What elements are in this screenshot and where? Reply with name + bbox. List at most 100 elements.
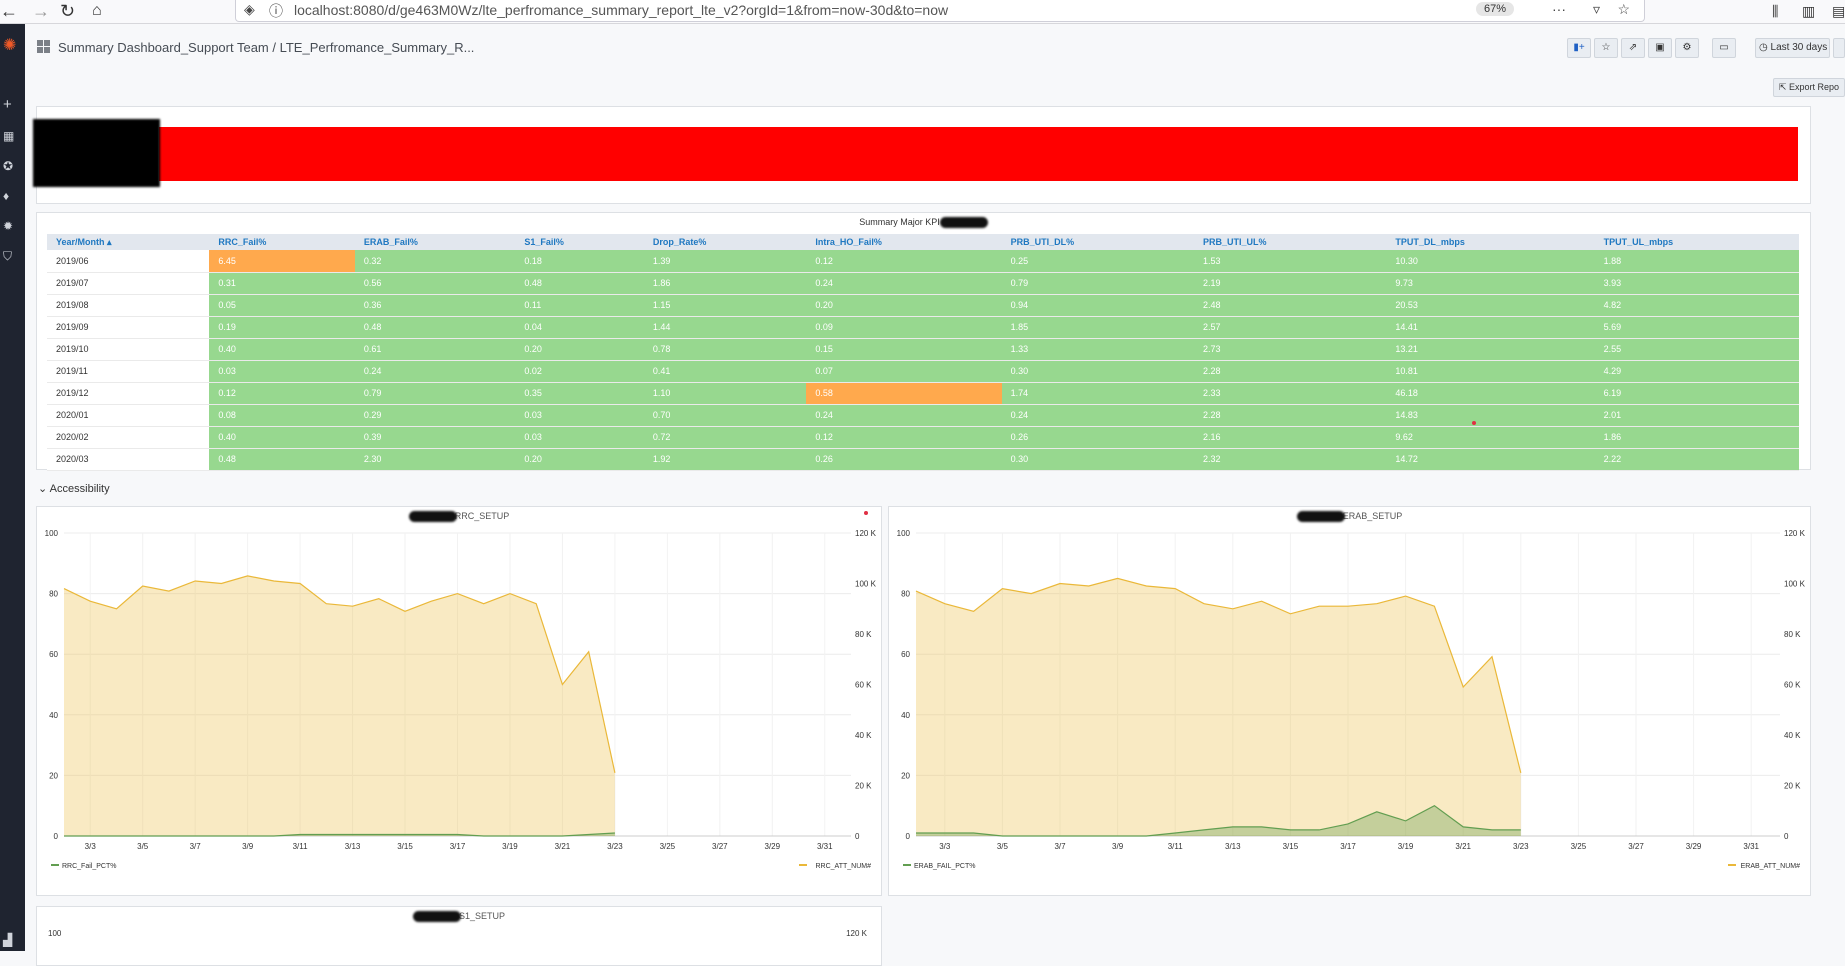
kpi-cell: 0.20 xyxy=(515,448,644,471)
back-icon[interactable]: ← xyxy=(0,1,18,21)
kpi-cell: 2.01 xyxy=(1594,404,1799,427)
plus-icon[interactable]: + xyxy=(3,97,12,112)
kpi-cell: 2.48 xyxy=(1194,294,1387,317)
add-panel-icon[interactable]: ▮+ xyxy=(1567,38,1591,58)
library-icon[interactable]: ⫼ xyxy=(1772,1,1778,21)
x-tick-label: 3/25 xyxy=(660,842,676,851)
forward-icon[interactable]: → xyxy=(32,1,50,21)
y-tick-label: 100 K xyxy=(1784,580,1806,589)
bookmark-star-icon[interactable]: ☆ xyxy=(1617,1,1630,18)
y-tick-label: 100 xyxy=(45,529,59,538)
row-accessibility[interactable]: ⌄ Accessibility xyxy=(38,482,110,495)
save-icon[interactable]: ▣ xyxy=(1648,38,1672,58)
kpi-cell: 0.18 xyxy=(515,250,644,273)
period-cell: 2019/12 xyxy=(47,382,210,405)
export-report-button[interactable]: ⇱ Export Repo xyxy=(1772,78,1845,97)
period-cell: 2020/03 xyxy=(47,448,210,471)
kpi-cell: 0.61 xyxy=(354,338,516,361)
kpi-cell: 0.70 xyxy=(643,404,807,427)
column-header[interactable]: PRB_UTI_UL% xyxy=(1194,234,1387,250)
kpi-cell: 14.72 xyxy=(1386,448,1595,471)
time-range-label: Last 30 days xyxy=(1770,42,1828,53)
table-title[interactable]: Summary Major KPI xyxy=(37,217,1810,229)
grafana-logo-icon[interactable]: ✺ xyxy=(3,38,16,54)
kpi-cell: 0.40 xyxy=(209,338,355,361)
kpi-cell: 10.81 xyxy=(1386,360,1595,383)
zoom-level[interactable]: 67% xyxy=(1475,2,1514,16)
column-header[interactable]: S1_Fail% xyxy=(515,234,644,250)
kpi-cell: 0.39 xyxy=(354,426,516,449)
column-header[interactable]: ERAB_Fail% xyxy=(354,234,516,250)
breadcrumb[interactable]: Summary Dashboard_Support Team / LTE_Per… xyxy=(58,40,474,55)
x-tick-label: 3/15 xyxy=(397,842,413,851)
kpi-cell: 0.24 xyxy=(806,404,1002,427)
table-row: 2020/03 0.48 2.30 0.20 1.92 0.26 0.30 2.32 14.72… xyxy=(47,448,1799,471)
panel-title[interactable]: S1_SETUP xyxy=(37,911,881,923)
x-tick-label: 3/23 xyxy=(1513,842,1529,851)
extension-icon[interactable]: ▤ xyxy=(1832,1,1845,21)
shield-icon[interactable]: ◈ xyxy=(244,1,255,18)
share-icon[interactable]: ⇗ xyxy=(1621,38,1645,58)
kpi-cell: 0.48 xyxy=(515,272,644,295)
column-header[interactable]: Drop_Rate% xyxy=(643,234,807,250)
kpi-cell: 20.53 xyxy=(1386,294,1595,317)
x-tick-label: 3/7 xyxy=(190,842,202,851)
sidebar-toggle-icon[interactable]: ▥ xyxy=(1802,1,1815,21)
column-header[interactable]: RRC_Fail% xyxy=(209,234,355,250)
pocket-icon[interactable]: ▿ xyxy=(1593,1,1600,18)
y-tick-label: 60 xyxy=(901,650,910,659)
x-tick-label: 3/11 xyxy=(1168,842,1184,851)
settings-gear-icon[interactable]: ⚙ xyxy=(1675,38,1699,58)
star-icon[interactable]: ☆ xyxy=(1594,38,1618,58)
kpi-cell: 0.26 xyxy=(1001,426,1194,449)
erab-setup-panel: ERAB_SETUP 0 20 40 60 80 100 0 20 K 40 K 60 K 80 K… xyxy=(888,506,1811,896)
help-icon[interactable]: ▟ xyxy=(3,934,12,946)
y-tick-label: 20 xyxy=(901,771,910,780)
more-icon[interactable]: ··· xyxy=(1552,1,1566,17)
column-header[interactable]: Intra_HO_Fail% xyxy=(806,234,1002,250)
time-zoom-icon[interactable] xyxy=(1833,38,1845,58)
period-cell: 2019/08 xyxy=(47,294,210,317)
dashboards-icon[interactable]: ▦ xyxy=(3,130,14,142)
address-bar[interactable]: ◈ ⓘ localhost:8080/d/ge463M0Wz/lte_perfr… xyxy=(235,0,1645,22)
table-row: 2019/12 0.12 0.79 0.35 1.10 0.58 1.74 2.33 46.18… xyxy=(47,382,1799,405)
alert-bell-icon[interactable]: ♦ xyxy=(3,190,9,202)
explore-icon[interactable]: ✪ xyxy=(3,160,13,172)
kpi-cell: 14.83 xyxy=(1386,404,1595,427)
x-tick-label: 3/31 xyxy=(817,842,833,851)
y-tick-label: 100 xyxy=(48,929,62,938)
kpi-cell: 0.05 xyxy=(209,294,355,317)
y-tick-label: 40 K xyxy=(1784,731,1801,740)
y-tick-label: 80 K xyxy=(1784,630,1801,639)
kpi-cell: 0.72 xyxy=(643,426,807,449)
column-header[interactable]: TPUT_UL_mbps xyxy=(1594,234,1799,250)
legend-item: ERAB_ATT_NUM# xyxy=(1741,863,1800,870)
configuration-gear-icon[interactable]: ✹ xyxy=(3,220,13,232)
kpi-cell: 1.33 xyxy=(1001,338,1194,361)
period-cell: 2019/07 xyxy=(47,272,210,295)
reload-icon[interactable]: ↻ xyxy=(60,1,75,21)
y-tick-label: 0 xyxy=(855,832,860,841)
y-tick-label: 60 K xyxy=(1784,681,1801,690)
url-text[interactable]: localhost:8080/d/ge463M0Wz/lte_perfroman… xyxy=(294,2,948,18)
kpi-cell: 1.44 xyxy=(643,316,807,339)
table-row: 2019/10 0.40 0.61 0.20 0.78 0.15 1.33 2.73 13.21… xyxy=(47,338,1799,361)
tv-mode-icon[interactable]: ▭ xyxy=(1712,38,1736,58)
column-header[interactable]: TPUT_DL_mbps xyxy=(1386,234,1595,250)
admin-shield-icon[interactable]: ⛉ xyxy=(3,250,12,262)
column-header[interactable]: PRB_UTI_DL% xyxy=(1001,234,1194,250)
column-header[interactable]: Year/Month ▴ xyxy=(47,234,210,250)
kpi-cell: 6.19 xyxy=(1594,382,1799,405)
y-tick-label: 0 xyxy=(906,832,911,841)
browser-toolbar: ← → ↻ ⌂ ◈ ⓘ localhost:8080/d/ge463M0Wz/l… xyxy=(0,0,1845,24)
period-cell: 2020/01 xyxy=(47,404,210,427)
kpi-cell: 0.79 xyxy=(354,382,516,405)
legend-item: RRC_ATT_NUM# xyxy=(816,863,872,870)
info-icon[interactable]: ⓘ xyxy=(269,1,283,21)
time-picker-button[interactable]: ◷ Last 30 days xyxy=(1755,38,1830,58)
x-tick-label: 3/27 xyxy=(712,842,728,851)
x-tick-label: 3/21 xyxy=(1455,842,1471,851)
kpi-cell: 1.53 xyxy=(1194,250,1387,273)
home-icon[interactable]: ⌂ xyxy=(92,1,102,21)
kpi-cell: 2.73 xyxy=(1194,338,1387,361)
